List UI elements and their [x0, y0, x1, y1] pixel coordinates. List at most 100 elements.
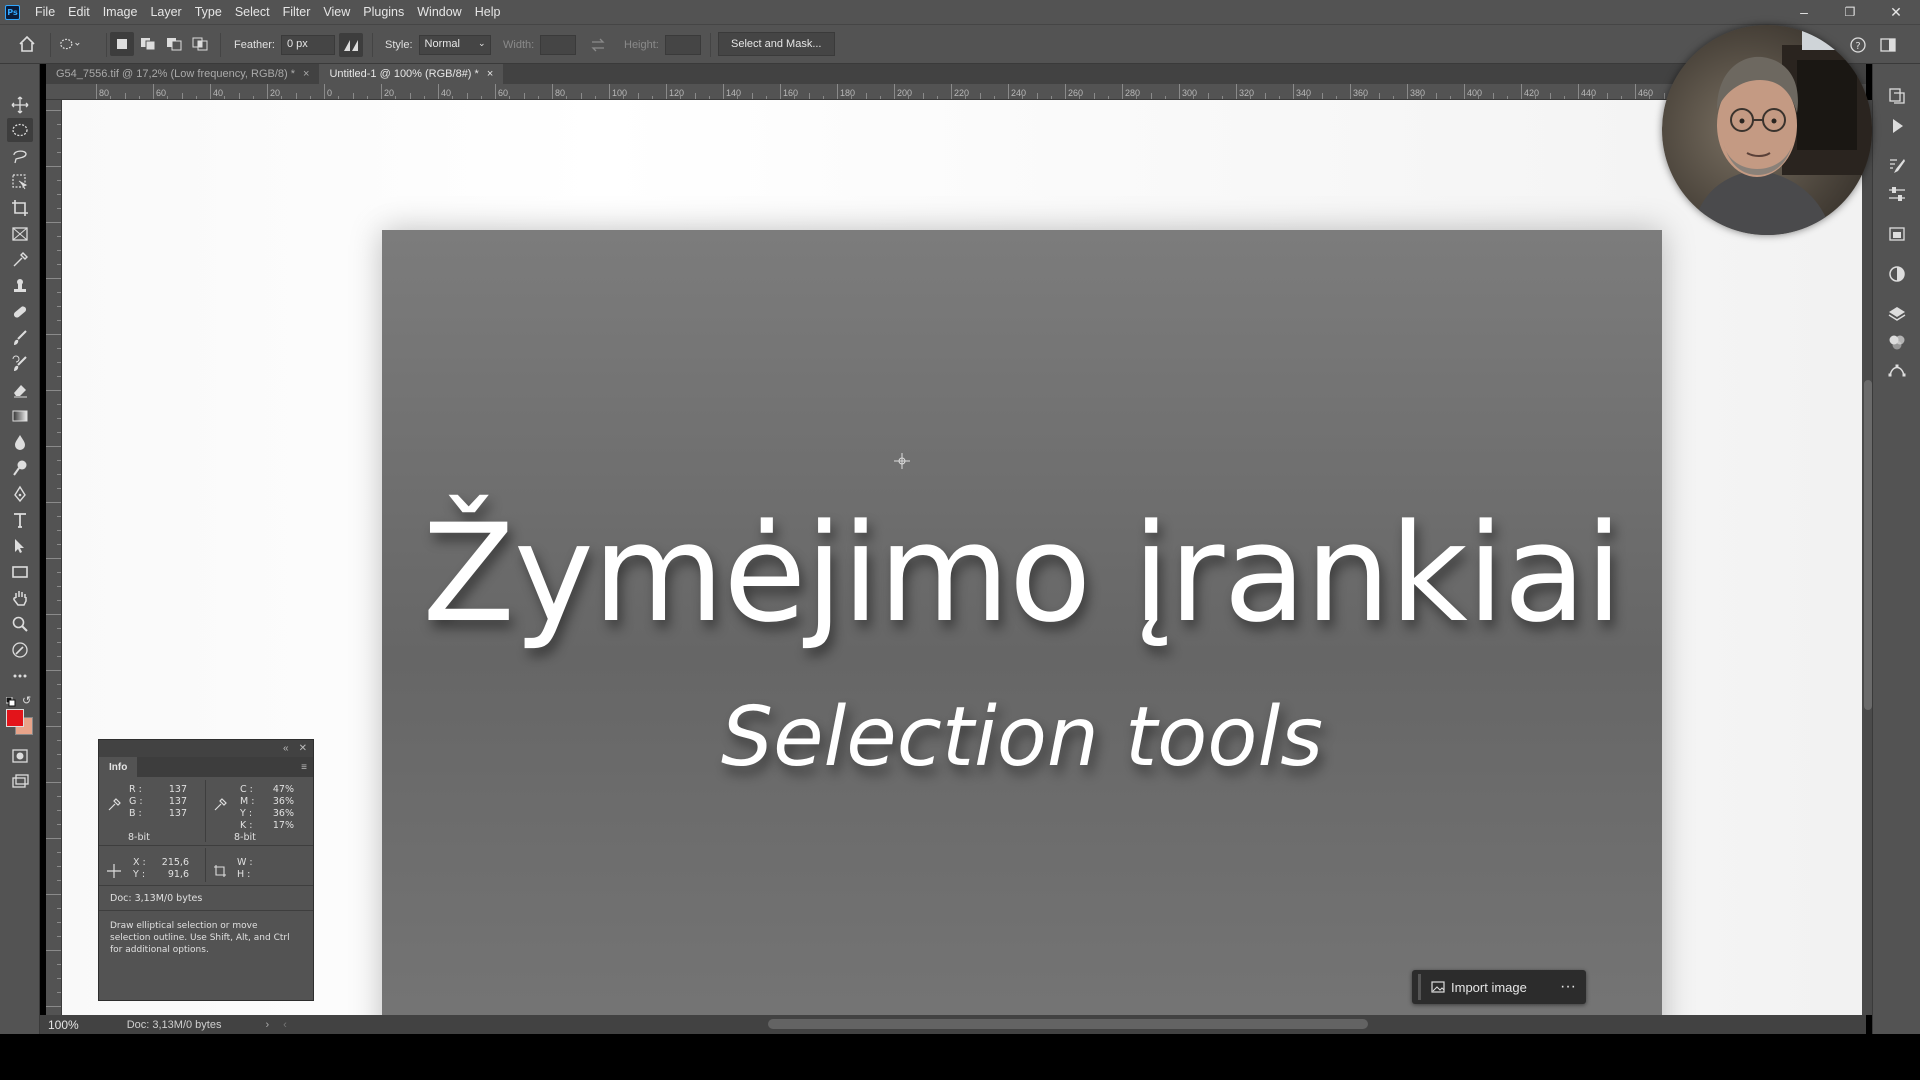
restore-button[interactable]: ❐: [1827, 0, 1873, 24]
screen-mode-icon[interactable]: [7, 770, 33, 794]
swap-width-height-icon[interactable]: [586, 33, 610, 57]
menu-file[interactable]: File: [30, 5, 60, 19]
tab-info[interactable]: Info: [99, 757, 138, 777]
history-panel-icon[interactable]: [1887, 86, 1907, 106]
close-icon[interactable]: ×: [303, 68, 309, 80]
document-canvas[interactable]: Žymėjimo įrankiai Selection tools: [382, 230, 1662, 1080]
new-selection-icon[interactable]: [110, 32, 134, 56]
anti-alias-icon[interactable]: [339, 33, 363, 57]
paths-panel-icon[interactable]: [1887, 360, 1907, 380]
foreground-color-swatch[interactable]: [6, 709, 24, 727]
swap-colors-icon[interactable]: ↺: [22, 694, 34, 707]
default-colors-icon[interactable]: [5, 696, 16, 707]
menu-edit[interactable]: Edit: [63, 5, 95, 19]
subtract-from-selection-icon[interactable]: [162, 32, 186, 56]
menu-image[interactable]: Image: [98, 5, 143, 19]
home-icon[interactable]: [15, 32, 39, 56]
lasso-tool-icon[interactable]: [7, 144, 33, 168]
crop-tool-icon[interactable]: [7, 196, 33, 220]
ruler-major-tick: [609, 84, 610, 99]
vertical-scroll-thumb[interactable]: [1864, 380, 1872, 710]
object-selection-tool-icon[interactable]: [7, 170, 33, 194]
feather-input[interactable]: 0 px: [280, 35, 335, 55]
brush-settings-icon[interactable]: [1887, 156, 1907, 176]
info-g-value: 137: [168, 796, 187, 807]
import-image-button[interactable]: Import image: [1418, 974, 1537, 1000]
info-x-label: X :: [133, 857, 146, 868]
elliptical-marquee-preset-icon[interactable]: [58, 32, 82, 56]
ruler-major-tick: [552, 84, 553, 99]
blur-tool-icon[interactable]: [7, 430, 33, 454]
close-panel-icon[interactable]: ✕: [299, 743, 307, 754]
menu-layer[interactable]: Layer: [145, 5, 186, 19]
close-icon[interactable]: ×: [487, 68, 493, 80]
ruler-major-tick: [837, 84, 838, 99]
status-menu-chevron-icon[interactable]: ›: [265, 1019, 269, 1031]
menu-select[interactable]: Select: [230, 5, 275, 19]
path-selection-tool-icon[interactable]: [7, 534, 33, 558]
menu-plugins[interactable]: Plugins: [358, 5, 409, 19]
zoom-level[interactable]: 100%: [48, 1018, 79, 1032]
menu-help[interactable]: Help: [470, 5, 506, 19]
info-m-value: 36%: [272, 796, 294, 807]
height-input[interactable]: [664, 35, 701, 55]
scroll-left-icon[interactable]: ‹: [283, 1019, 287, 1031]
width-input[interactable]: [540, 35, 577, 55]
style-select[interactable]: Normal ⌄: [418, 35, 491, 55]
workspace-icon[interactable]: [1876, 33, 1900, 57]
move-tool-icon[interactable]: [7, 93, 33, 117]
hand-tool-icon[interactable]: [7, 586, 33, 610]
menu-filter[interactable]: Filter: [278, 5, 316, 19]
minimize-button[interactable]: –: [1781, 0, 1827, 24]
dodge-tool-icon[interactable]: [7, 456, 33, 480]
info-y-coord-label: Y :: [133, 869, 146, 880]
crosshair-cursor-icon: [894, 453, 910, 469]
layers-panel-icon[interactable]: [1887, 304, 1907, 324]
tab-g54-7556[interactable]: G54_7556.tif @ 17,2% (Low frequency, RGB…: [46, 64, 319, 84]
ruler-tick-label: 200: [897, 88, 913, 98]
more-tools-icon[interactable]: [7, 664, 33, 688]
ruler-major-tick: [1407, 84, 1408, 99]
adjustments-sliders-icon[interactable]: [1887, 184, 1907, 204]
rectangle-tool-icon[interactable]: [7, 560, 33, 584]
ruler-major-tick: [666, 84, 667, 99]
quick-mask-icon[interactable]: [7, 744, 33, 768]
menu-window[interactable]: Window: [412, 5, 466, 19]
canvas-pasteboard[interactable]: Žymėjimo įrankiai Selection tools: [62, 100, 1862, 1080]
info-b-value: 137: [168, 808, 187, 819]
history-brush-tool-icon[interactable]: [7, 352, 33, 376]
collapse-icon[interactable]: «: [283, 743, 289, 754]
gradient-tool-icon[interactable]: [7, 404, 33, 428]
brush-tool-icon[interactable]: [7, 326, 33, 350]
tab-untitled-1[interactable]: Untitled-1 @ 100% (RGB/8#) * ×: [319, 64, 504, 84]
menu-type[interactable]: Type: [190, 5, 227, 19]
actions-panel-icon[interactable]: [1887, 116, 1907, 136]
adjustments-panel-icon[interactable]: [1887, 264, 1907, 284]
stamp-tool-icon[interactable]: [7, 274, 33, 298]
ruler-major-tick: [1350, 84, 1351, 99]
zoom-tool-icon[interactable]: [7, 612, 33, 636]
panel-menu-icon[interactable]: ≡: [301, 762, 307, 773]
info-r-label: R :: [129, 784, 142, 795]
info-doc-size: Doc: 3,13M/0 bytes: [110, 893, 203, 904]
help-icon[interactable]: ?: [1846, 33, 1870, 57]
more-options-icon[interactable]: ···: [1560, 978, 1576, 996]
edit-toolbar-icon[interactable]: [7, 638, 33, 662]
menu-view[interactable]: View: [318, 5, 355, 19]
ruler-tick-label: 260: [1068, 88, 1084, 98]
type-tool-icon[interactable]: [7, 508, 33, 532]
eraser-tool-icon[interactable]: [7, 378, 33, 402]
frame-tool-icon[interactable]: [7, 222, 33, 246]
ruler-tick-label: 140: [726, 88, 742, 98]
select-and-mask-button[interactable]: Select and Mask...: [718, 32, 835, 56]
libraries-panel-icon[interactable]: [1887, 224, 1907, 244]
add-to-selection-icon[interactable]: [136, 32, 160, 56]
pen-tool-icon[interactable]: [7, 482, 33, 506]
healing-brush-tool-icon[interactable]: [7, 300, 33, 324]
close-window-button[interactable]: ✕: [1873, 0, 1919, 24]
channels-panel-icon[interactable]: [1887, 332, 1907, 352]
eyedropper-tool-icon[interactable]: [7, 248, 33, 272]
elliptical-marquee-tool-icon[interactable]: [7, 118, 33, 142]
intersect-selection-icon[interactable]: [188, 32, 212, 56]
horizontal-scroll-thumb[interactable]: [768, 1019, 1368, 1029]
